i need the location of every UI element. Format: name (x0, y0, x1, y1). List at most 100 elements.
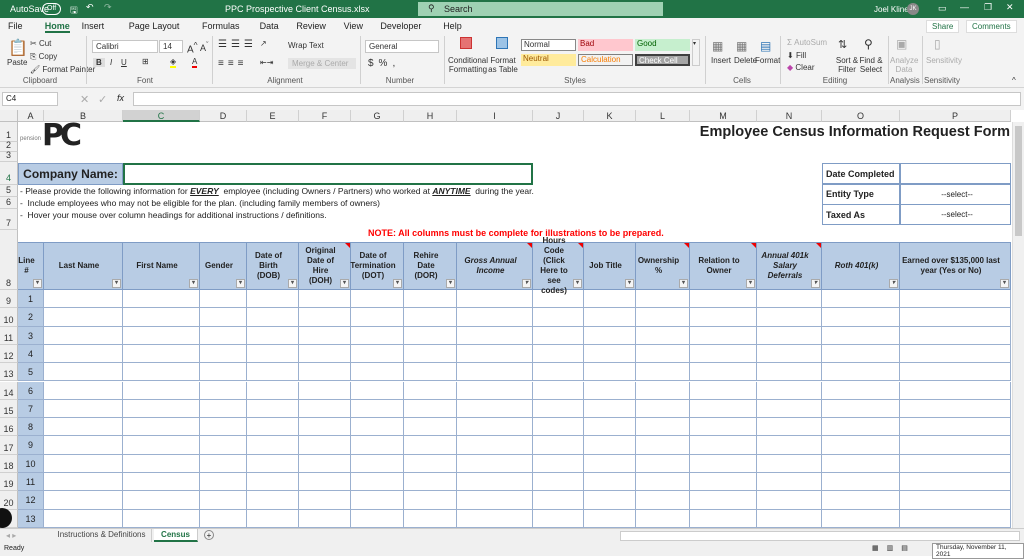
table-cell[interactable] (457, 454, 533, 473)
table-cell[interactable] (200, 473, 247, 492)
table-cell[interactable] (636, 326, 690, 345)
table-cell[interactable] (123, 381, 200, 400)
row-header-1[interactable]: 1 (0, 122, 18, 142)
table-cell[interactable] (584, 399, 636, 419)
table-cell[interactable] (533, 326, 584, 345)
table-cell[interactable] (351, 381, 404, 400)
table-cell[interactable] (584, 418, 636, 437)
table-cell[interactable] (584, 308, 636, 327)
table-cell[interactable] (636, 418, 690, 437)
number-format-icons[interactable]: $%, (368, 58, 400, 69)
minimize-icon[interactable]: — (960, 2, 969, 12)
menu-tab-help[interactable]: Help (443, 21, 462, 31)
table-cell[interactable] (636, 308, 690, 327)
table-cell[interactable] (123, 308, 200, 327)
table-cell[interactable] (200, 363, 247, 382)
table-cell[interactable] (690, 473, 757, 492)
table-cell[interactable] (200, 344, 247, 364)
table-cell[interactable] (690, 418, 757, 437)
table-cell[interactable] (44, 399, 123, 419)
table-cell[interactable] (457, 418, 533, 437)
table-cell[interactable] (457, 436, 533, 455)
table-cell[interactable] (636, 509, 690, 528)
filter-dropdown-icon[interactable]: ▾ (811, 279, 820, 288)
table-cell[interactable] (584, 381, 636, 400)
table-cell[interactable] (351, 436, 404, 455)
table-cell[interactable] (200, 399, 247, 419)
menu-tab-home[interactable]: Home (44, 21, 70, 33)
table-cell[interactable] (533, 308, 584, 327)
row-header-3[interactable]: 3 (0, 150, 18, 162)
row-header-11[interactable]: 11 (0, 326, 18, 345)
fill-color-icon[interactable]: ◈ (170, 57, 177, 68)
table-cell[interactable] (690, 381, 757, 400)
table-cell[interactable] (757, 436, 822, 455)
table-cell[interactable] (690, 509, 757, 528)
table-cell[interactable] (247, 363, 299, 382)
style-neutral[interactable]: Neutral (521, 54, 576, 66)
cut-button[interactable]: ✂ Cut (30, 39, 51, 48)
table-cell[interactable] (636, 454, 690, 473)
table-cell[interactable] (822, 473, 900, 492)
filter-dropdown-icon[interactable]: ▾ (288, 279, 297, 288)
table-cell[interactable] (123, 491, 200, 510)
table-cell[interactable] (533, 399, 584, 419)
table-cell[interactable] (200, 509, 247, 528)
table-cell[interactable] (584, 363, 636, 382)
table-cell[interactable] (299, 344, 351, 364)
table-cell[interactable] (822, 436, 900, 455)
table-cell[interactable] (44, 418, 123, 437)
table-cell[interactable] (299, 418, 351, 437)
table-cell[interactable] (822, 509, 900, 528)
table-cell[interactable] (351, 491, 404, 510)
row-header-13[interactable]: 13 (0, 363, 18, 382)
table-cell[interactable] (757, 454, 822, 473)
table-cell[interactable] (404, 344, 457, 364)
column-header-A[interactable]: A (18, 110, 44, 122)
insert-button[interactable]: Insert (711, 56, 731, 65)
table-cell[interactable] (822, 399, 900, 419)
font-color-icon[interactable]: A (192, 57, 198, 68)
table-cell[interactable] (351, 509, 404, 528)
avatar[interactable]: JK (907, 3, 919, 15)
table-cell[interactable] (247, 436, 299, 455)
table-cell[interactable] (247, 473, 299, 492)
table-cell[interactable] (822, 326, 900, 345)
table-cell[interactable] (533, 381, 584, 400)
row-header-19[interactable]: 19 (0, 473, 18, 492)
filter-dropdown-icon[interactable]: ▾ (573, 279, 582, 288)
undo-icon[interactable]: ↶ (86, 2, 94, 13)
menu-tab-data[interactable]: Data (260, 21, 279, 31)
table-cell[interactable] (690, 290, 757, 309)
cancel-icon[interactable]: ✕ (80, 93, 89, 106)
table-cell[interactable] (822, 418, 900, 437)
table-cell[interactable] (900, 418, 1011, 437)
style-check-cell[interactable]: Check Cell (635, 54, 690, 66)
filter-dropdown-icon[interactable]: ▾ (189, 279, 198, 288)
ribbon-display-icon[interactable]: ▭ (938, 3, 947, 14)
row-header-8[interactable]: 8 (0, 230, 18, 290)
filter-dropdown-icon[interactable]: ▾ (33, 279, 42, 288)
table-cell[interactable] (123, 344, 200, 364)
table-cell[interactable] (757, 418, 822, 437)
table-cell[interactable] (299, 363, 351, 382)
row-header-17[interactable]: 17 (0, 436, 18, 455)
table-cell[interactable] (404, 509, 457, 528)
column-header-G[interactable]: G (351, 110, 404, 122)
column-header-H[interactable]: H (404, 110, 457, 122)
table-cell[interactable] (247, 399, 299, 419)
table-cell[interactable] (636, 290, 690, 309)
table-cell[interactable] (247, 509, 299, 528)
filter-dropdown-icon[interactable]: ▾ (679, 279, 688, 288)
menu-tab-file[interactable]: File (8, 21, 23, 31)
table-cell[interactable] (299, 308, 351, 327)
table-cell[interactable] (351, 454, 404, 473)
table-cell[interactable] (457, 326, 533, 345)
format-as-table-button[interactable]: Format as Table (488, 56, 518, 74)
table-cell[interactable] (533, 473, 584, 492)
table-cell[interactable] (757, 326, 822, 345)
column-heading[interactable]: Earned over $135,000 last year (Yes or N… (900, 242, 1011, 290)
table-cell[interactable] (457, 399, 533, 419)
table-cell[interactable] (900, 399, 1011, 419)
table-cell[interactable] (533, 509, 584, 528)
